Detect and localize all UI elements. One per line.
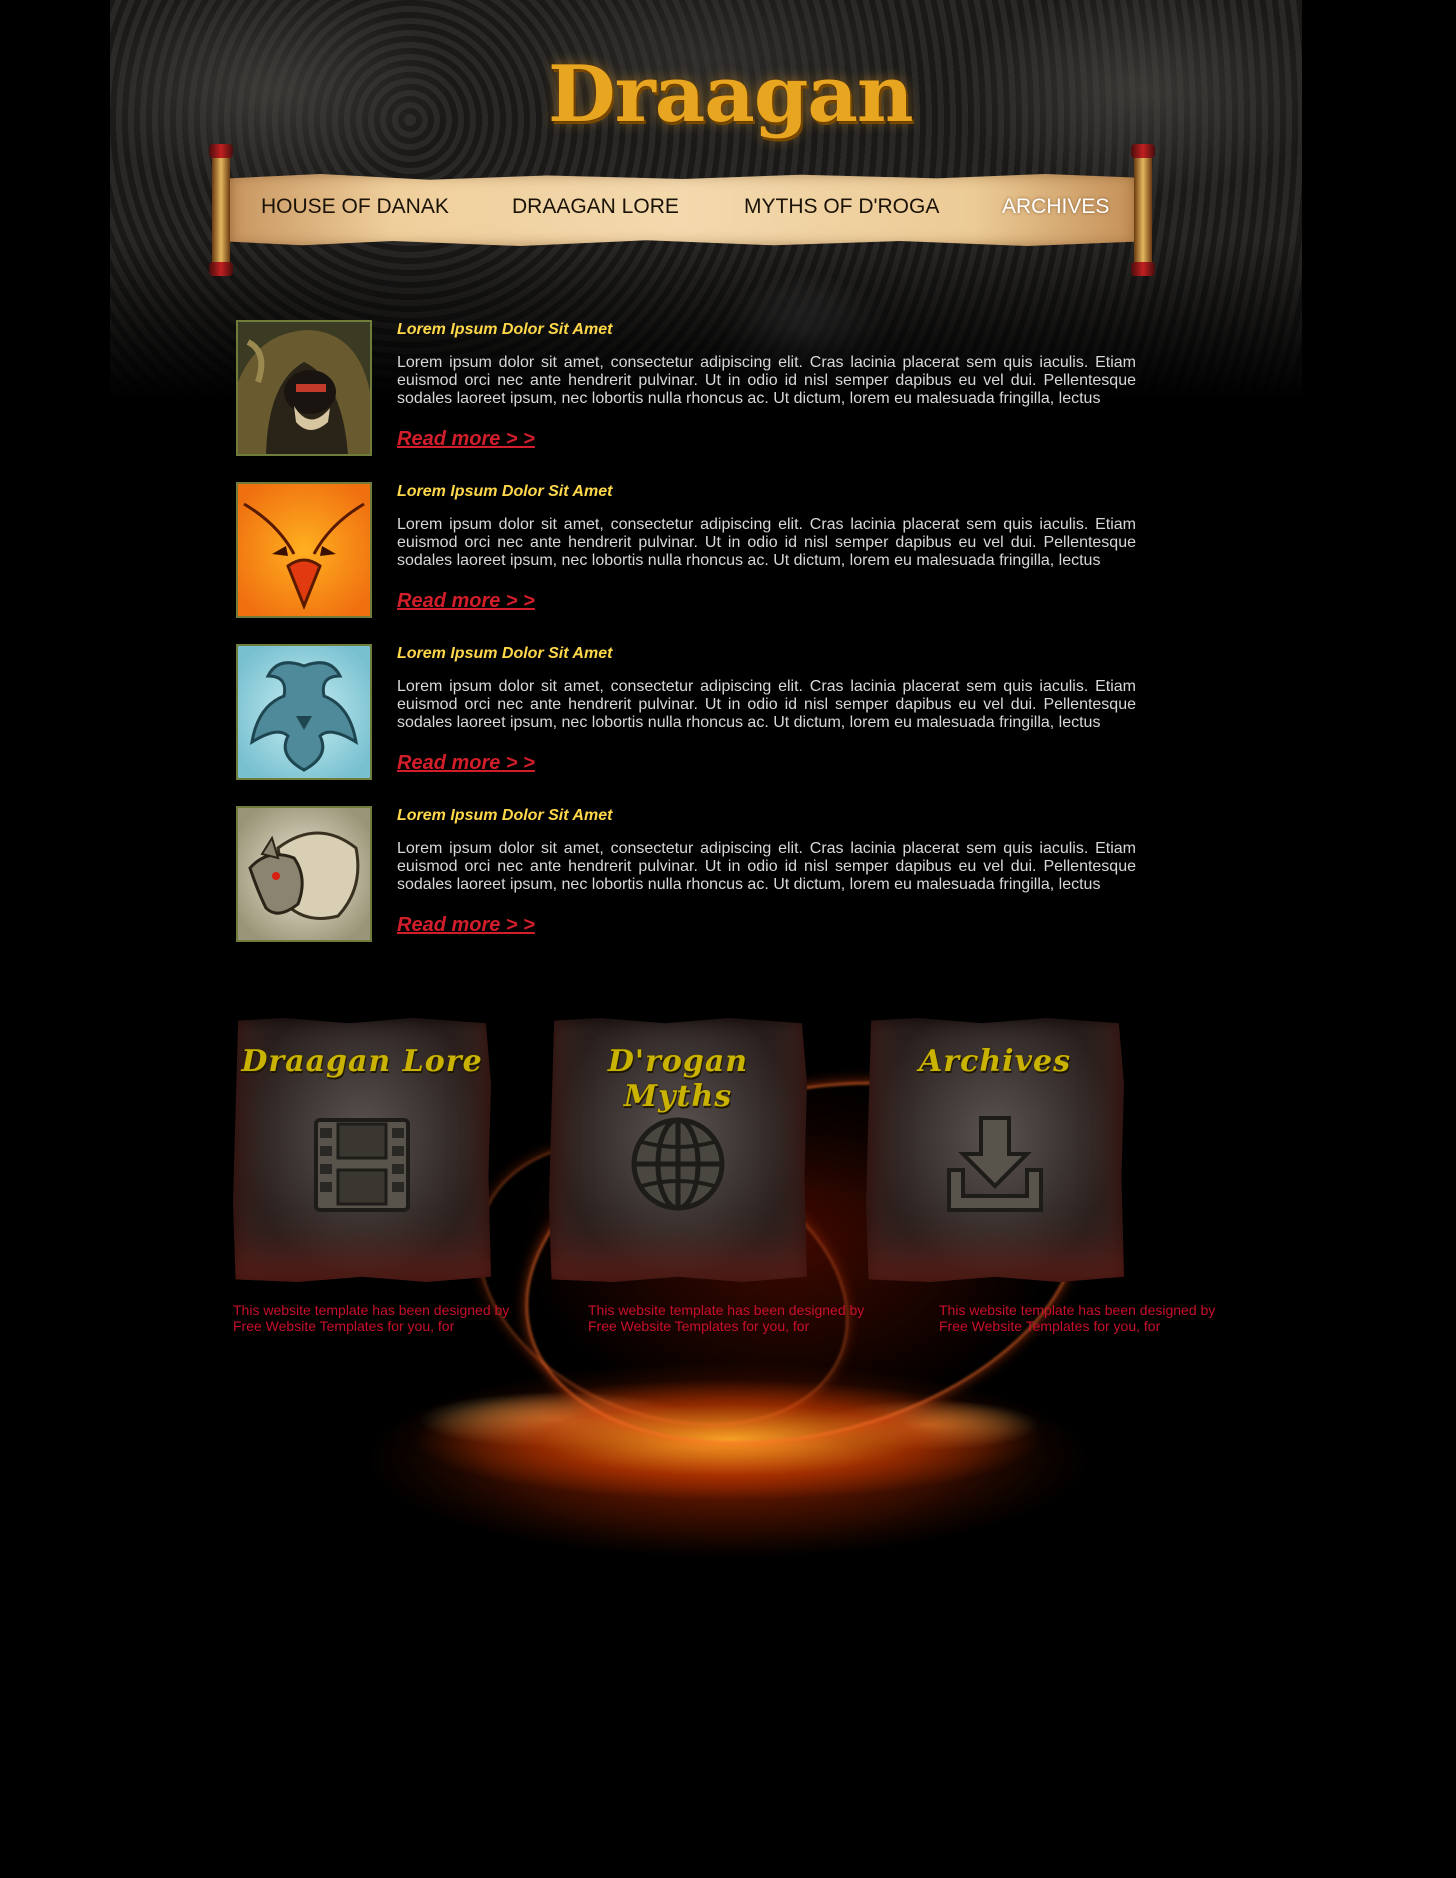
ice-dragon-icon[interactable] <box>236 644 372 780</box>
globe-icon <box>624 1110 732 1218</box>
read-more-link[interactable]: Read more > > <box>397 751 535 775</box>
article-body: Lorem ipsum dolor sit amet, consectetur … <box>397 516 1136 569</box>
download-tray-icon <box>941 1110 1049 1218</box>
article-title: Lorem Ipsum Dolor Sit Amet <box>397 321 613 338</box>
scroll-rod-right <box>1131 144 1155 276</box>
tile-title: Draagan Lore <box>241 1044 483 1079</box>
tile-caption: This website template has been designed … <box>588 1302 865 1334</box>
tile-caption: This website template has been designed … <box>939 1302 1216 1334</box>
hooded-skull-warrior-icon[interactable] <box>236 320 372 456</box>
nav-item-draagan-lore[interactable]: DRAAGAN LORE <box>512 192 679 222</box>
article-item: Lorem Ipsum Dolor Sit Amet Lorem ipsum d… <box>236 482 1136 622</box>
article-item: Lorem Ipsum Dolor Sit Amet Lorem ipsum d… <box>236 806 1136 946</box>
scroll-rod-left <box>209 144 233 276</box>
article-body: Lorem ipsum dolor sit amet, consectetur … <box>397 678 1136 731</box>
tile-title: D'rogan Myths <box>607 1044 749 1114</box>
tile-archives[interactable]: Archives <box>866 1018 1124 1282</box>
read-more-link[interactable]: Read more > > <box>397 427 535 451</box>
nav-item-myths-of-droga[interactable]: MYTHS OF D'ROGA <box>744 192 939 222</box>
tile-title: Archives <box>919 1044 1071 1079</box>
article-title: Lorem Ipsum Dolor Sit Amet <box>397 807 613 824</box>
tile-drogan-myths[interactable]: D'rogan Myths <box>549 1018 807 1282</box>
read-more-link[interactable]: Read more > > <box>397 913 535 937</box>
article-item: Lorem Ipsum Dolor Sit Amet Lorem ipsum d… <box>236 644 1136 784</box>
nav-item-archives[interactable]: ARCHIVES <box>1002 192 1109 222</box>
orange-bird-icon[interactable] <box>236 482 372 618</box>
page: Draagan HOUSE OF DANAK DRAAGAN LORE MYTH… <box>0 0 1456 1878</box>
article-body: Lorem ipsum dolor sit amet, consectetur … <box>397 354 1136 407</box>
site-logo[interactable]: Draagan <box>548 40 914 150</box>
tile-caption: This website template has been designed … <box>233 1302 510 1334</box>
boar-icon[interactable] <box>236 806 372 942</box>
article-body: Lorem ipsum dolor sit amet, consectetur … <box>397 840 1136 893</box>
film-strip-icon <box>308 1110 416 1218</box>
read-more-link[interactable]: Read more > > <box>397 589 535 613</box>
nav-item-house-of-danak[interactable]: HOUSE OF DANAK <box>261 192 449 222</box>
article-item: Lorem Ipsum Dolor Sit Amet Lorem ipsum d… <box>236 320 1136 460</box>
article-title: Lorem Ipsum Dolor Sit Amet <box>397 483 613 500</box>
tile-draagan-lore[interactable]: Draagan Lore <box>233 1018 491 1282</box>
article-title: Lorem Ipsum Dolor Sit Amet <box>397 645 613 662</box>
